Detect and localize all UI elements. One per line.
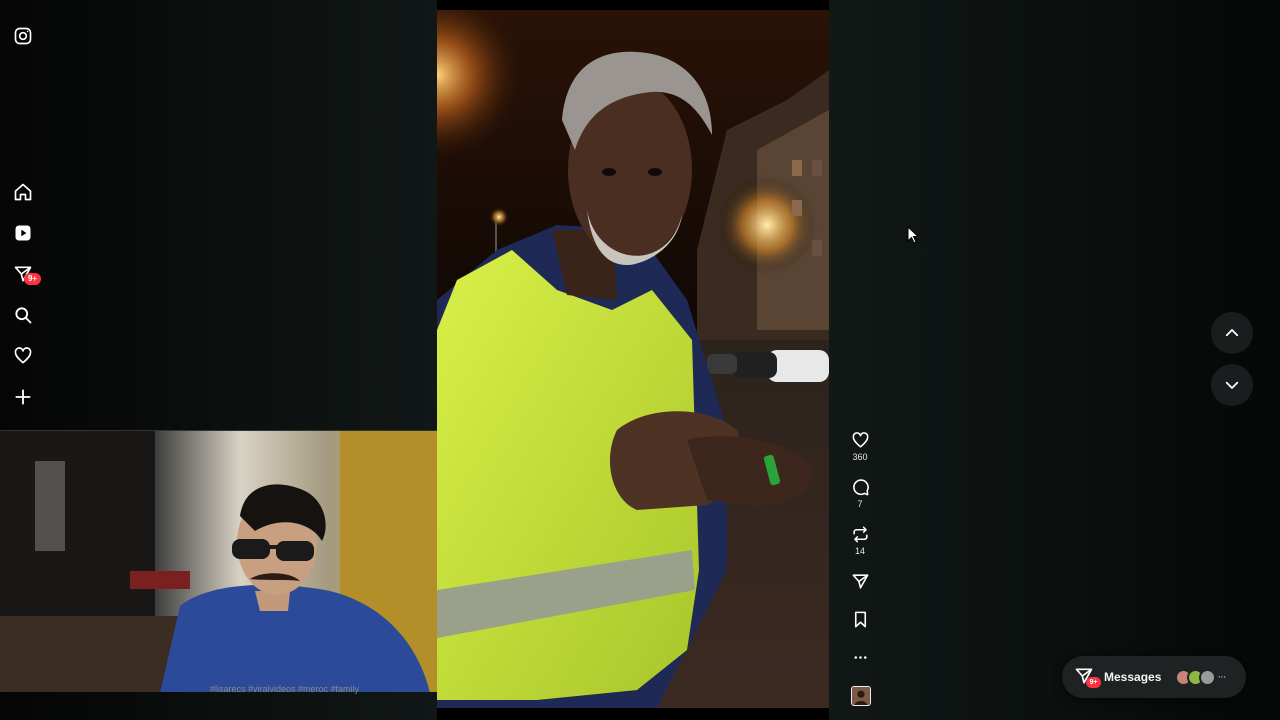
webcam-feed-image bbox=[0, 431, 437, 692]
repost-icon bbox=[852, 526, 868, 543]
send-icon bbox=[852, 574, 868, 589]
repost-count: 14 bbox=[854, 546, 865, 556]
bookmark-icon bbox=[854, 611, 866, 628]
reel-caption-fragment: #lisarecs #viralvideos #meroc #family bbox=[210, 684, 360, 694]
save-button[interactable] bbox=[842, 610, 878, 629]
previous-reel-button[interactable] bbox=[1211, 312, 1253, 354]
webcam-overlay bbox=[0, 430, 437, 692]
repost-button[interactable]: 14 bbox=[842, 525, 878, 556]
notifications-icon[interactable] bbox=[12, 345, 34, 367]
more-icon bbox=[853, 656, 867, 659]
right-background bbox=[829, 0, 1280, 720]
reel-video[interactable] bbox=[437, 10, 829, 708]
reel-video-frame bbox=[437, 10, 829, 708]
like-button[interactable]: 360 bbox=[842, 431, 878, 462]
messages-avatars: ··· bbox=[1175, 668, 1226, 686]
comment-count: 7 bbox=[857, 499, 863, 509]
search-icon[interactable] bbox=[12, 304, 34, 326]
messages-pill-label: Messages bbox=[1104, 670, 1162, 684]
messages-pill[interactable]: 9+ Messages ··· bbox=[1062, 656, 1246, 698]
more-options-button[interactable] bbox=[842, 648, 878, 667]
sidebar: 9+ bbox=[0, 0, 46, 430]
comment-button[interactable]: 7 bbox=[842, 478, 878, 509]
messages-pill-icon: 9+ bbox=[1074, 666, 1101, 688]
reels-icon[interactable] bbox=[12, 222, 34, 244]
heart-icon bbox=[852, 432, 868, 448]
audio-avatar[interactable] bbox=[851, 686, 871, 706]
home-icon[interactable] bbox=[12, 181, 34, 203]
create-icon[interactable] bbox=[12, 386, 34, 408]
comment-icon bbox=[852, 479, 869, 496]
more-avatars-indicator: ··· bbox=[1217, 671, 1226, 683]
like-count: 360 bbox=[852, 452, 868, 462]
messages-pill-badge: 9+ bbox=[1086, 677, 1101, 688]
mouse-cursor-icon bbox=[907, 226, 920, 244]
next-reel-button[interactable] bbox=[1211, 364, 1253, 406]
share-button[interactable] bbox=[842, 572, 878, 591]
chevron-down-icon bbox=[1225, 381, 1239, 389]
avatar bbox=[1199, 668, 1217, 686]
instagram-logo-icon[interactable] bbox=[12, 25, 34, 47]
messages-badge: 9+ bbox=[24, 273, 41, 285]
chevron-up-icon bbox=[1225, 329, 1239, 337]
